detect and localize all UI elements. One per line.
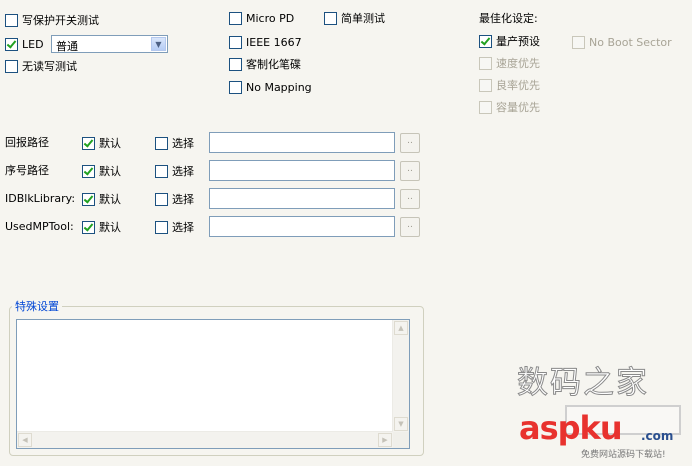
production-preset-label: 量产预设 [496,35,540,48]
production-preset-checkbox[interactable] [479,34,492,48]
ieee-1667-checkbox[interactable] [229,35,242,49]
no-mapping-checkbox[interactable] [229,80,242,94]
default-checkbox[interactable] [82,136,95,150]
speed-priority-label: 速度优先 [496,57,540,70]
custom-disk-option[interactable]: 客制化笔碟 [229,56,301,72]
select-checkbox[interactable] [155,192,168,206]
default-checkbox[interactable] [82,220,95,234]
select-checkbox[interactable] [155,220,168,234]
no-boot-sector-label: No Boot Sector [589,35,672,49]
default-checkbox[interactable] [82,164,95,178]
custom-disk-checkbox[interactable] [229,57,242,71]
no-rw-test-option[interactable]: 无读写测试 [5,58,77,74]
no-boot-sector-checkbox[interactable] [572,35,585,49]
select-label: 选择 [172,137,194,150]
led-label: LED [22,37,44,51]
no-boot-sector-option[interactable]: No Boot Sector [572,34,672,50]
write-protect-test-checkbox[interactable] [5,13,18,27]
watermark: 数码之家 aspku .com 免费网站源码下载站! [505,355,692,466]
micro-pd-label: Micro PD [246,11,295,25]
speed-priority-option[interactable]: 速度优先 [479,55,540,71]
select-option[interactable]: 选择 [155,191,194,207]
no-rw-test-checkbox[interactable] [5,59,18,73]
simple-test-checkbox[interactable] [324,11,337,25]
path-row-label: 序号路径 [5,164,49,177]
default-option[interactable]: 默认 [82,163,121,179]
special-settings-textarea[interactable]: ▲ ▼ ◀ ▶ [16,319,410,449]
watermark-cn-text: 数码之家 [517,365,649,402]
select-checkbox[interactable] [155,164,168,178]
production-preset-option[interactable]: 量产预设 [479,33,540,49]
default-checkbox[interactable] [82,192,95,206]
simple-test-option[interactable]: 简单测试 [324,10,385,26]
default-option[interactable]: 默认 [82,135,121,151]
watermark-domain-text: .com [641,429,674,443]
path-row-label: IDBlkLibrary: [5,192,76,205]
browse-button[interactable]: .. [400,133,420,153]
custom-disk-label: 客制化笔碟 [246,58,301,71]
led-checkbox[interactable] [5,37,18,51]
capacity-priority-option[interactable]: 容量优先 [479,99,540,115]
default-option[interactable]: 默认 [82,191,121,207]
path-input[interactable] [209,132,395,153]
path-row-label: UsedMPTool: [5,220,74,233]
write-protect-test-label: 写保护开关测试 [22,14,99,27]
write-protect-test-option[interactable]: 写保护开关测试 [5,12,99,28]
browse-button[interactable]: .. [400,161,420,181]
scroll-down-icon[interactable]: ▼ [394,417,408,431]
micro-pd-checkbox[interactable] [229,11,242,25]
path-input[interactable] [209,188,395,209]
path-row-label: 回报路径 [5,136,49,149]
default-label: 默认 [99,193,121,206]
path-input[interactable] [209,216,395,237]
led-mode-value: 普通 [56,40,78,53]
scrollbar-corner [393,432,409,448]
led-option[interactable]: LED [5,36,44,52]
optimize-title: 最佳化设定: [479,12,538,25]
micro-pd-option[interactable]: Micro PD [229,10,294,26]
settings-panel: { "left_options": { "write_protect_test"… [0,0,692,466]
scroll-left-icon[interactable]: ◀ [18,433,32,447]
ieee-1667-option[interactable]: IEEE 1667 [229,34,302,50]
no-mapping-option[interactable]: No Mapping [229,79,312,95]
select-label: 选择 [172,221,194,234]
capacity-priority-checkbox[interactable] [479,100,492,114]
led-mode-select[interactable]: 普通 ▼ [51,35,168,53]
select-option[interactable]: 选择 [155,163,194,179]
special-settings-title: 特殊设置 [12,298,62,314]
yield-priority-checkbox[interactable] [479,78,492,92]
select-label: 选择 [172,193,194,206]
select-checkbox[interactable] [155,136,168,150]
simple-test-label: 简单测试 [341,12,385,25]
select-label: 选择 [172,165,194,178]
no-mapping-label: No Mapping [246,80,312,94]
default-label: 默认 [99,137,121,150]
capacity-priority-label: 容量优先 [496,101,540,114]
ieee-1667-label: IEEE 1667 [246,35,302,49]
browse-button[interactable]: .. [400,189,420,209]
yield-priority-label: 良率优先 [496,79,540,92]
watermark-tagline: 免费网站源码下载站! [581,450,666,460]
horizontal-scrollbar[interactable]: ◀ ▶ [17,431,393,448]
chevron-down-icon[interactable]: ▼ [151,37,166,51]
default-label: 默认 [99,165,121,178]
no-rw-test-label: 无读写测试 [22,60,77,73]
select-option[interactable]: 选择 [155,135,194,151]
scroll-right-icon[interactable]: ▶ [378,433,392,447]
select-option[interactable]: 选择 [155,219,194,235]
browse-button[interactable]: .. [400,217,420,237]
default-label: 默认 [99,221,121,234]
yield-priority-option[interactable]: 良率优先 [479,77,540,93]
speed-priority-checkbox[interactable] [479,56,492,70]
vertical-scrollbar[interactable]: ▲ ▼ [392,320,409,432]
scroll-up-icon[interactable]: ▲ [394,321,408,335]
watermark-logo-text: aspku [519,409,623,447]
path-input[interactable] [209,160,395,181]
default-option[interactable]: 默认 [82,219,121,235]
